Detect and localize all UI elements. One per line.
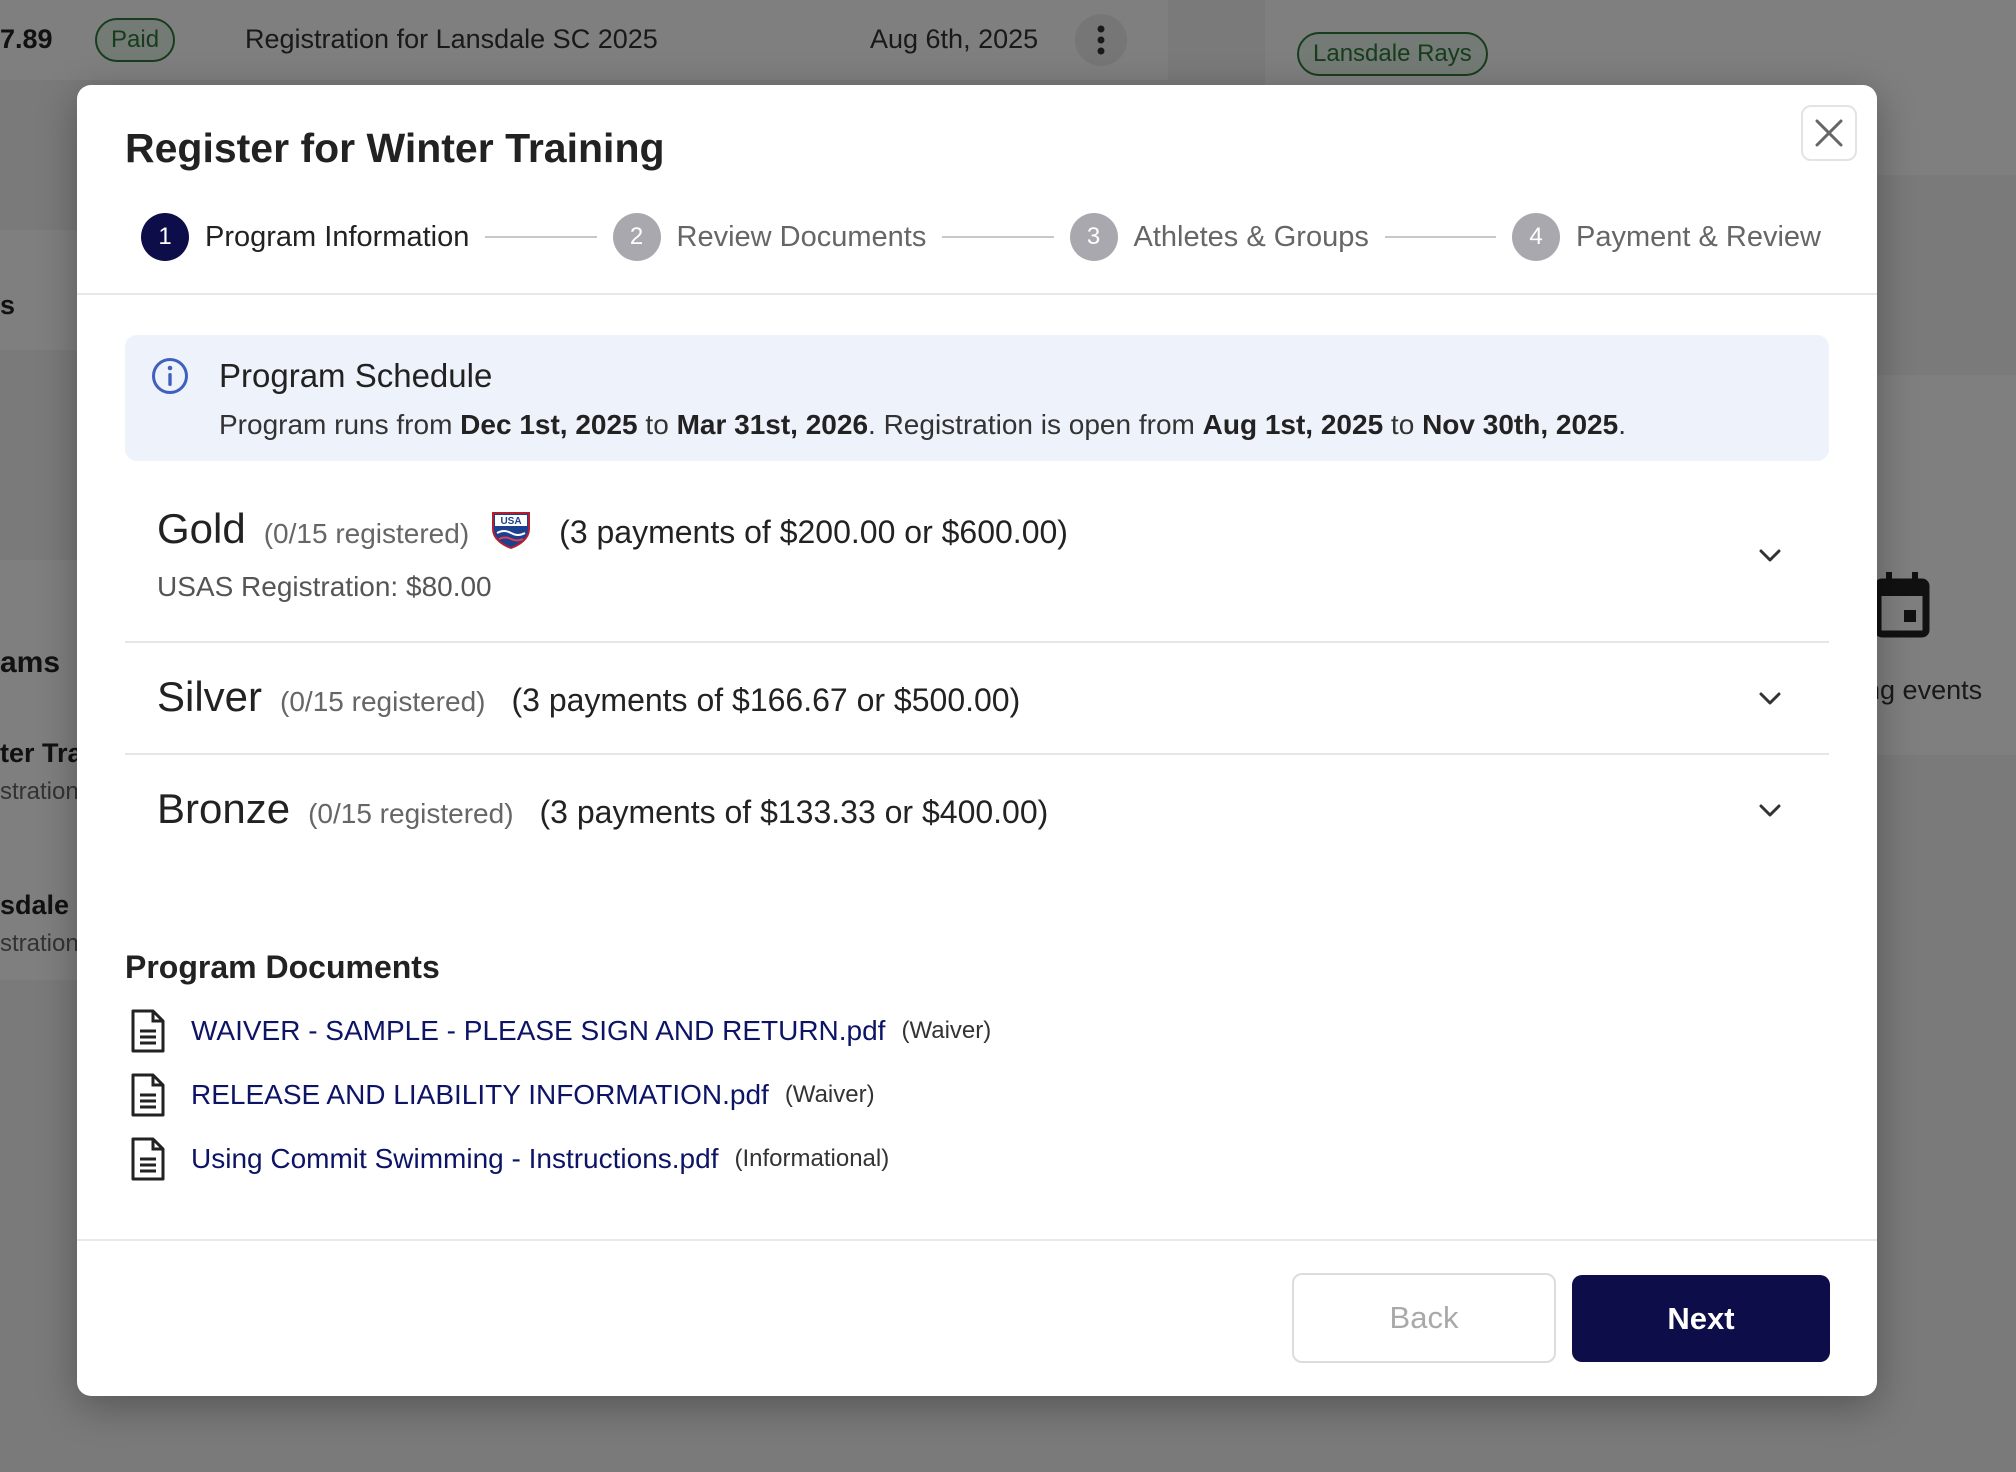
tier-registered-count: (0/15 registered) xyxy=(263,518,470,549)
tier-name: Bronze xyxy=(157,785,291,832)
tier-bronze[interactable]: Bronze (0/15 registered) (3 payments of … xyxy=(125,755,1829,867)
document-icon xyxy=(131,1137,165,1181)
document-link[interactable]: Using Commit Swimming - Instructions.pdf xyxy=(191,1143,718,1175)
document-item: Using Commit Swimming - Instructions.pdf… xyxy=(129,1137,889,1181)
document-item: WAIVER - SAMPLE - PLEASE SIGN AND RETURN… xyxy=(129,1009,991,1053)
document-icon xyxy=(131,1009,165,1053)
document-link[interactable]: RELEASE AND LIABILITY INFORMATION.pdf xyxy=(191,1079,769,1111)
step-number: 4 xyxy=(1512,213,1561,261)
program-start-date: Dec 1st, 2025 xyxy=(460,409,638,440)
document-link[interactable]: WAIVER - SAMPLE - PLEASE SIGN AND RETURN… xyxy=(191,1015,885,1047)
step-label: Payment & Review xyxy=(1576,220,1822,253)
program-documents-heading: Program Documents xyxy=(125,949,440,985)
modal-title: Register for Winter Training xyxy=(125,125,665,171)
footer-divider xyxy=(77,1239,1877,1241)
chevron-down-icon[interactable] xyxy=(1755,796,1785,826)
stepper: 1 Program Information 2 Review Documents… xyxy=(141,212,1821,262)
program-end-date: Mar 31st, 2026 xyxy=(676,409,869,440)
info-icon xyxy=(152,358,188,394)
tier-silver[interactable]: Silver (0/15 registered) (3 payments of … xyxy=(125,643,1829,755)
svg-text:USA: USA xyxy=(501,516,522,527)
schedule-title: Program Schedule xyxy=(219,357,493,394)
document-type: (Waiver) xyxy=(784,1081,875,1108)
tier-registered-count: (0/15 registered) xyxy=(280,686,486,717)
step-label: Athletes & Groups xyxy=(1133,220,1369,253)
step-athletes-groups: 3 Athletes & Groups xyxy=(1069,213,1369,261)
document-type: (Informational) xyxy=(734,1145,890,1172)
step-number: 1 xyxy=(141,213,189,261)
close-icon xyxy=(1815,119,1843,147)
step-label: Program Information xyxy=(205,220,470,253)
register-modal: Register for Winter Training 1 Program I… xyxy=(77,85,1877,1396)
tier-price: (3 payments of $200.00 or $600.00) xyxy=(559,514,1068,550)
registration-end-date: Nov 30th, 2025 xyxy=(1422,409,1619,440)
tier-registered-count: (0/15 registered) xyxy=(308,798,514,829)
header-divider xyxy=(77,293,1877,295)
tier-name: Silver xyxy=(157,673,263,720)
step-connector xyxy=(485,236,597,238)
tier-price: (3 payments of $133.33 or $400.00) xyxy=(539,794,1049,830)
tier-name: Gold xyxy=(157,505,246,552)
step-number: 3 xyxy=(1069,213,1118,261)
registration-start-date: Aug 1st, 2025 xyxy=(1202,409,1384,440)
step-number: 2 xyxy=(612,213,661,261)
schedule-text: Program runs from Dec 1st, 2025 to Mar 3… xyxy=(219,409,1626,440)
usa-swimming-logo: USA xyxy=(492,512,531,549)
close-button[interactable] xyxy=(1801,105,1857,161)
step-connector xyxy=(1384,236,1497,238)
step-label: Review Documents xyxy=(676,220,927,253)
step-review-documents: 2 Review Documents xyxy=(612,213,927,261)
chevron-down-icon[interactable] xyxy=(1755,684,1785,714)
usas-registration-fee: USAS Registration: $80.00 xyxy=(157,571,492,602)
back-button[interactable]: Back xyxy=(1292,1273,1556,1363)
document-type: (Waiver) xyxy=(901,1017,992,1044)
chevron-down-icon[interactable] xyxy=(1755,541,1785,571)
program-schedule-alert: Program Schedule Program runs from Dec 1… xyxy=(125,335,1829,461)
document-item: RELEASE AND LIABILITY INFORMATION.pdf (W… xyxy=(129,1073,875,1117)
step-payment-review: 4 Payment & Review xyxy=(1512,213,1821,261)
tier-price: (3 payments of $166.67 or $500.00) xyxy=(511,682,1021,718)
document-icon xyxy=(131,1073,165,1117)
step-connector xyxy=(942,236,1054,238)
step-program-information: 1 Program Information xyxy=(141,213,469,261)
tier-gold[interactable]: Gold (0/15 registered) USA (3 payments o… xyxy=(125,485,1829,643)
next-button[interactable]: Next xyxy=(1572,1275,1830,1362)
